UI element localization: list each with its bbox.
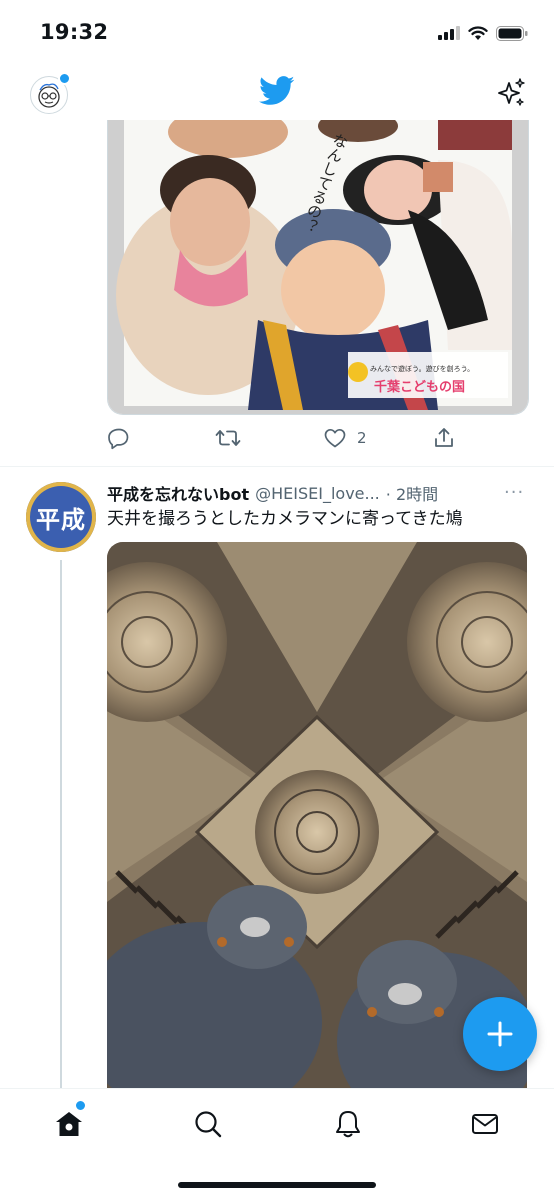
tab-notifications[interactable] <box>328 1104 368 1144</box>
messages-icon <box>472 1114 498 1134</box>
status-time: 19:32 <box>40 20 109 44</box>
tweet2-text: 天井を撮ろうとしたカメラマンに寄ってきた鳩 <box>107 509 463 529</box>
tweet1-media-image[interactable]: なんしてるの？ みんなで遊ぼう。遊びを創ろう。 千葉こどもの国 <box>107 120 529 415</box>
tweet2-more-button[interactable]: ··· <box>504 482 524 503</box>
tweet2-header: 平成を忘れないbot @HEISEI_love... · 2時間 <box>107 482 527 505</box>
retweet-button[interactable] <box>215 424 241 452</box>
sparkle-icon[interactable] <box>495 77 527 113</box>
retweet-icon <box>215 430 241 446</box>
reply-icon <box>108 428 129 450</box>
share-button[interactable] <box>432 424 456 452</box>
poster-brand: 千葉こどもの国 <box>374 380 466 395</box>
tab-search[interactable] <box>188 1104 228 1144</box>
poster-slogan: みんなで遊ぼう。遊びを創ろう。 <box>370 365 475 373</box>
profile-notification-dot <box>58 72 71 85</box>
tweet-divider <box>0 466 554 467</box>
tweet2-avatar-text: 平成 <box>36 504 86 534</box>
home-icon <box>56 1112 82 1136</box>
search-icon <box>195 1111 222 1138</box>
signal-icon <box>438 26 460 40</box>
plus-icon <box>487 1021 513 1047</box>
heart-icon <box>324 428 346 448</box>
wifi-icon <box>468 25 488 40</box>
reply-button[interactable] <box>107 424 131 452</box>
tab-messages[interactable] <box>465 1104 505 1144</box>
tweet2-timestamp[interactable]: · 2時間 <box>386 482 438 504</box>
ceiling-pigeon-photo <box>107 542 527 1090</box>
tweet2-avatar[interactable]: 平成 <box>26 482 96 552</box>
tweet2-media-image[interactable] <box>107 542 527 1090</box>
like-button[interactable]: 2 <box>323 424 367 452</box>
notifications-icon <box>336 1111 360 1138</box>
like-count: 2 <box>357 429 367 447</box>
home-indicator <box>178 1182 376 1188</box>
tweet1-action-bar: 2 <box>107 424 527 452</box>
tweet2-author-handle[interactable]: @HEISEI_love... <box>255 484 380 503</box>
battery-icon <box>496 25 528 41</box>
share-icon <box>435 428 453 447</box>
twitter-bird-icon[interactable] <box>259 76 295 110</box>
compose-tweet-button[interactable] <box>463 997 537 1071</box>
home-notification-dot <box>74 1099 87 1112</box>
status-icons <box>438 22 528 44</box>
thread-line <box>60 560 62 1090</box>
tweet2-author-name[interactable]: 平成を忘れないbot <box>107 482 249 504</box>
